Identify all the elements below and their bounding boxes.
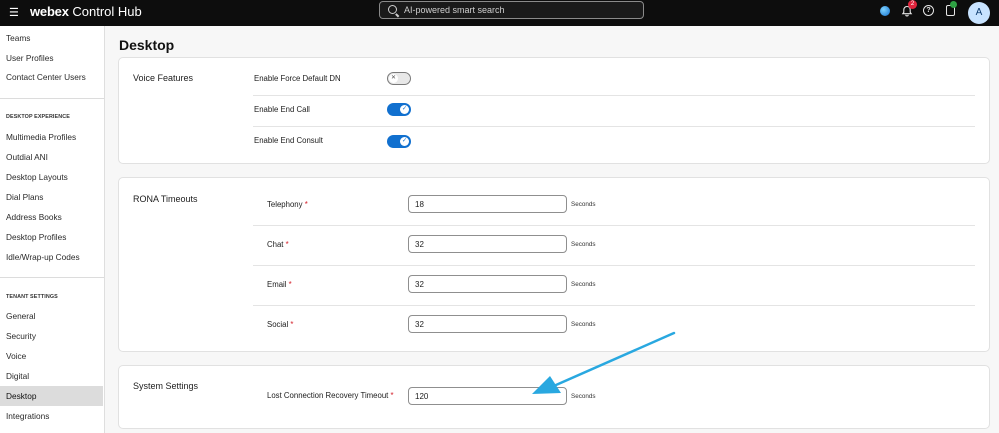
rona-timeouts-card: RONA Timeouts Telephony * Seconds Chat *… bbox=[118, 177, 990, 352]
row-divider bbox=[253, 225, 975, 226]
sidebar-item-address-books[interactable]: Address Books bbox=[0, 207, 103, 227]
telephony-unit: Seconds bbox=[571, 201, 596, 208]
row-divider bbox=[253, 126, 975, 127]
notification-badge: 2 bbox=[908, 0, 917, 9]
force-default-dn-label: Enable Force Default DN bbox=[254, 74, 341, 83]
social-label: Social * bbox=[267, 320, 294, 329]
sidebar-divider bbox=[0, 98, 104, 99]
telephony-label: Telephony * bbox=[267, 200, 308, 209]
lost-connection-recovery-timeout-input[interactable] bbox=[408, 387, 567, 405]
page-title: Desktop bbox=[119, 37, 175, 53]
telephony-timeout-input[interactable] bbox=[408, 195, 567, 213]
required-marker: * bbox=[304, 200, 308, 209]
search-icon bbox=[388, 5, 397, 14]
email-unit: Seconds bbox=[571, 281, 596, 288]
brand-name: webex bbox=[30, 4, 69, 19]
row-divider bbox=[253, 305, 975, 306]
required-marker: * bbox=[290, 320, 294, 329]
row-divider bbox=[253, 265, 975, 266]
end-consult-label: Enable End Consult bbox=[254, 136, 323, 145]
end-consult-toggle[interactable]: ✓ bbox=[387, 135, 411, 148]
sidebar-item-desktop-layouts[interactable]: Desktop Layouts bbox=[0, 167, 103, 187]
hamburger-icon[interactable]: ☰ bbox=[9, 6, 19, 20]
sidebar-item-outdial-ani[interactable]: Outdial ANI bbox=[0, 147, 103, 167]
sidebar-item-teams[interactable]: Teams bbox=[0, 28, 103, 48]
chat-timeout-input[interactable] bbox=[408, 235, 567, 253]
toggle-off-icon: ✕ bbox=[389, 74, 398, 83]
chat-label: Chat * bbox=[267, 240, 289, 249]
brand-product: Control Hub bbox=[68, 4, 142, 19]
search-box[interactable] bbox=[379, 1, 644, 19]
email-timeout-input[interactable] bbox=[408, 275, 567, 293]
sidebar-item-integrations[interactable]: Integrations bbox=[0, 406, 103, 426]
sidebar-item-desktop-profiles[interactable]: Desktop Profiles bbox=[0, 227, 103, 247]
system-settings-title: System Settings bbox=[133, 381, 199, 391]
required-marker: * bbox=[390, 391, 394, 400]
end-call-toggle[interactable]: ✓ bbox=[387, 103, 411, 116]
sidebar-heading-desktop-experience: DESKTOP EXPERIENCE bbox=[6, 114, 70, 120]
lost-connection-recovery-unit: Seconds bbox=[571, 393, 596, 400]
sidebar: Teams User Profiles Contact Center Users… bbox=[0, 26, 105, 433]
force-default-dn-toggle[interactable]: ✕ bbox=[387, 72, 411, 85]
required-marker: * bbox=[285, 240, 289, 249]
lost-connection-recovery-label: Lost Connection Recovery Timeout * bbox=[267, 391, 394, 400]
sidebar-item-desktop[interactable]: Desktop bbox=[0, 386, 103, 406]
end-call-label: Enable End Call bbox=[254, 105, 310, 114]
sidebar-item-voice[interactable]: Voice bbox=[0, 346, 103, 366]
social-timeout-input[interactable] bbox=[408, 315, 567, 333]
toggle-check-icon: ✓ bbox=[400, 137, 409, 146]
search-input[interactable] bbox=[404, 3, 639, 17]
sidebar-item-general[interactable]: General bbox=[0, 306, 103, 326]
required-marker: * bbox=[288, 280, 292, 289]
chat-unit: Seconds bbox=[571, 241, 596, 248]
voice-features-card: Voice Features Enable Force Default DN ✕… bbox=[118, 57, 990, 164]
sidebar-item-multimedia-profiles[interactable]: Multimedia Profiles bbox=[0, 127, 103, 147]
email-label: Email * bbox=[267, 280, 292, 289]
row-divider bbox=[253, 95, 975, 96]
avatar[interactable]: A bbox=[968, 2, 990, 24]
sidebar-heading-tenant-settings: TENANT SETTINGS bbox=[6, 294, 58, 300]
app-brand[interactable]: webex Control Hub bbox=[30, 4, 142, 20]
sidebar-item-digital[interactable]: Digital bbox=[0, 366, 103, 386]
top-bar: ☰ webex Control Hub 2 ? A bbox=[0, 0, 999, 26]
toggle-check-icon: ✓ bbox=[400, 105, 409, 114]
help-icon[interactable]: ? bbox=[922, 4, 935, 17]
sidebar-divider bbox=[0, 277, 104, 278]
social-unit: Seconds bbox=[571, 321, 596, 328]
voice-features-title: Voice Features bbox=[133, 73, 194, 83]
check-badge-icon bbox=[950, 1, 957, 8]
sidebar-item-user-profiles[interactable]: User Profiles bbox=[0, 48, 103, 68]
sidebar-item-security[interactable]: Security bbox=[0, 326, 103, 346]
system-settings-card: System Settings Lost Connection Recovery… bbox=[118, 365, 990, 429]
rona-timeouts-title: RONA Timeouts bbox=[133, 194, 198, 204]
status-icon[interactable] bbox=[878, 4, 891, 17]
sidebar-item-contact-center-users[interactable]: Contact Center Users bbox=[0, 67, 103, 87]
sidebar-item-idle-wrap-up-codes[interactable]: Idle/Wrap-up Codes bbox=[0, 247, 103, 267]
sidebar-item-dial-plans[interactable]: Dial Plans bbox=[0, 187, 103, 207]
